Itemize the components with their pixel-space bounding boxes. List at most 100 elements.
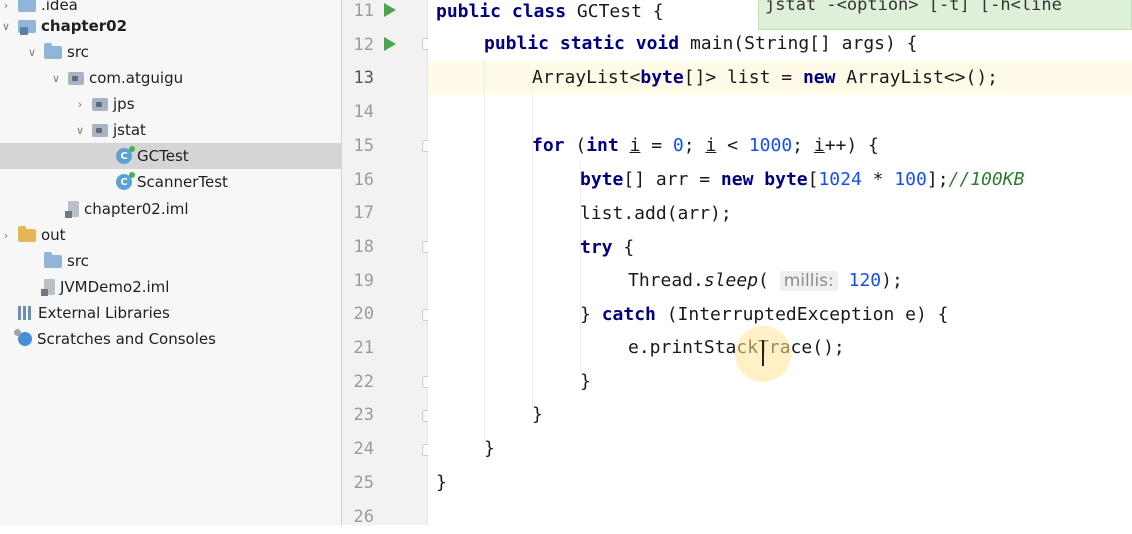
code-text: [ (807, 169, 819, 190)
project-tree-panel: › .idea ∨ chapter02 ∨ src ∨ com.atguigu › jps ∨ jst… (0, 0, 342, 525)
number-literal: 100 (894, 169, 927, 190)
keyword: byte (580, 169, 624, 190)
tree-item-jps[interactable]: › jps (0, 91, 341, 117)
chevron-right-icon[interactable]: › (74, 98, 86, 111)
code-line-11[interactable]: public class GCTest { (436, 0, 664, 29)
keyword: byte (764, 169, 808, 190)
package-icon (92, 123, 108, 137)
tree-item-src[interactable]: src (0, 248, 341, 274)
tree-item-label: External Libraries (38, 304, 170, 322)
loop-variable: i (813, 135, 825, 156)
tree-item-label: src (67, 252, 89, 270)
libraries-icon (18, 306, 33, 320)
run-main-icon[interactable] (384, 37, 396, 51)
code-text: { (612, 237, 635, 258)
code-line-16[interactable]: byte[] arr = new byte[1024 * 100];//100K… (580, 163, 1024, 197)
documentation-popup: jstat -<option> [-t] [-h<line (758, 0, 1132, 30)
code-text: } (484, 438, 495, 459)
code-text: ; (792, 135, 814, 156)
number-literal: 0 (672, 135, 684, 156)
code-line-24[interactable]: } (484, 432, 495, 466)
tree-item-jvmdemo2-iml[interactable]: JVMDemo2.iml (0, 274, 341, 300)
code-line-15[interactable]: for (int i = 0; i < 1000; i++) { (532, 129, 879, 163)
package-icon (68, 71, 84, 85)
line-number: 25 (353, 472, 374, 493)
keyword: int (586, 135, 619, 156)
line-number: 23 (353, 405, 374, 426)
tree-item-scannertest[interactable]: C ScannerTest (0, 169, 341, 195)
line-number: 26 (353, 506, 374, 527)
code-line-19[interactable]: Thread.sleep( millis: 120); (628, 264, 903, 298)
module-folder-icon (18, 19, 36, 35)
tree-item-out[interactable]: › out (0, 222, 341, 248)
tree-item-scratches-and-consoles[interactable]: Scratches and Consoles (0, 326, 341, 352)
keyword: for (532, 135, 565, 156)
line-number: 16 (353, 169, 374, 190)
chevron-down-icon[interactable]: ∨ (74, 124, 86, 137)
tree-item-label: com.atguigu (89, 69, 184, 87)
line-number: 22 (353, 371, 374, 392)
tree-item-gctest[interactable]: C GCTest (0, 143, 341, 169)
keyword: try (580, 237, 613, 258)
tree-item-com-atguigu[interactable]: ∨ com.atguigu (0, 65, 341, 91)
code-line-12[interactable]: public static void main(String[] args) { (484, 27, 918, 61)
code-line-13[interactable]: ArrayList<byte[]> list = new ArrayList<>… (532, 61, 998, 95)
scratches-icon (14, 329, 32, 346)
tree-item-label: .idea (41, 0, 78, 14)
tree-item-label: Scratches and Consoles (37, 330, 216, 348)
code-text: * (861, 169, 895, 190)
iml-file-icon (65, 201, 79, 218)
code-text: ( (758, 270, 780, 291)
excluded-folder-icon (18, 225, 36, 242)
code-text: } (580, 304, 602, 325)
tree-item-jstat[interactable]: ∨ jstat (0, 117, 341, 143)
code-text: } (436, 472, 447, 493)
code-line-22[interactable]: } (580, 365, 591, 399)
keyword: new (720, 169, 754, 190)
chevron-down-icon[interactable]: ∨ (26, 46, 38, 59)
mouse-cursor-highlight (735, 326, 791, 382)
tree-item-chapter02-iml[interactable]: chapter02.iml (0, 196, 341, 222)
line-number: 17 (353, 203, 374, 224)
keyword: catch (601, 304, 656, 325)
java-class-icon: C (116, 146, 135, 164)
chevron-down-icon[interactable]: ∨ (0, 20, 12, 33)
code-line-17[interactable]: list.add(arr); (580, 197, 732, 231)
line-number: 13 (353, 68, 374, 89)
code-editor[interactable]: public class GCTest { public static void… (428, 0, 1132, 525)
keyword: static (559, 33, 625, 54)
tree-item-external-libraries[interactable]: External Libraries (0, 300, 341, 326)
number-literal: 1000 (748, 135, 793, 156)
code-text: ArrayList<>(); (835, 67, 999, 88)
code-line-18[interactable]: try { (580, 231, 634, 265)
tree-item-src[interactable]: ∨ src (0, 39, 341, 65)
chevron-right-icon[interactable]: › (0, 0, 12, 12)
code-line-23[interactable]: } (532, 398, 543, 432)
run-class-icon[interactable] (384, 3, 396, 17)
line-number: 11 (353, 1, 374, 21)
package-icon (92, 97, 108, 111)
tree-item-chapter02[interactable]: ∨ chapter02 (0, 13, 341, 39)
code-text: [] arr = (623, 169, 721, 190)
editor-gutter: 11 12 13 14 15 16 17 18 19 20 21 22 23 24 25 26 (342, 0, 433, 527)
code-text: []> list = (683, 67, 803, 88)
loop-variable: i (705, 135, 717, 156)
code-text: ; (683, 135, 706, 156)
code-text: < (716, 135, 749, 156)
code-line-25[interactable]: } (436, 466, 447, 500)
tree-item-label: ScannerTest (137, 173, 228, 191)
code-text: ++) { (824, 135, 879, 156)
chevron-down-icon[interactable]: ∨ (50, 72, 62, 85)
code-text: } (580, 371, 591, 392)
code-text: main(String[] args) { (679, 33, 918, 54)
chevron-right-icon[interactable]: › (0, 229, 12, 242)
line-number: 18 (353, 236, 374, 257)
line-number: 20 (353, 304, 374, 325)
tree-item-label: chapter02.iml (84, 200, 189, 218)
